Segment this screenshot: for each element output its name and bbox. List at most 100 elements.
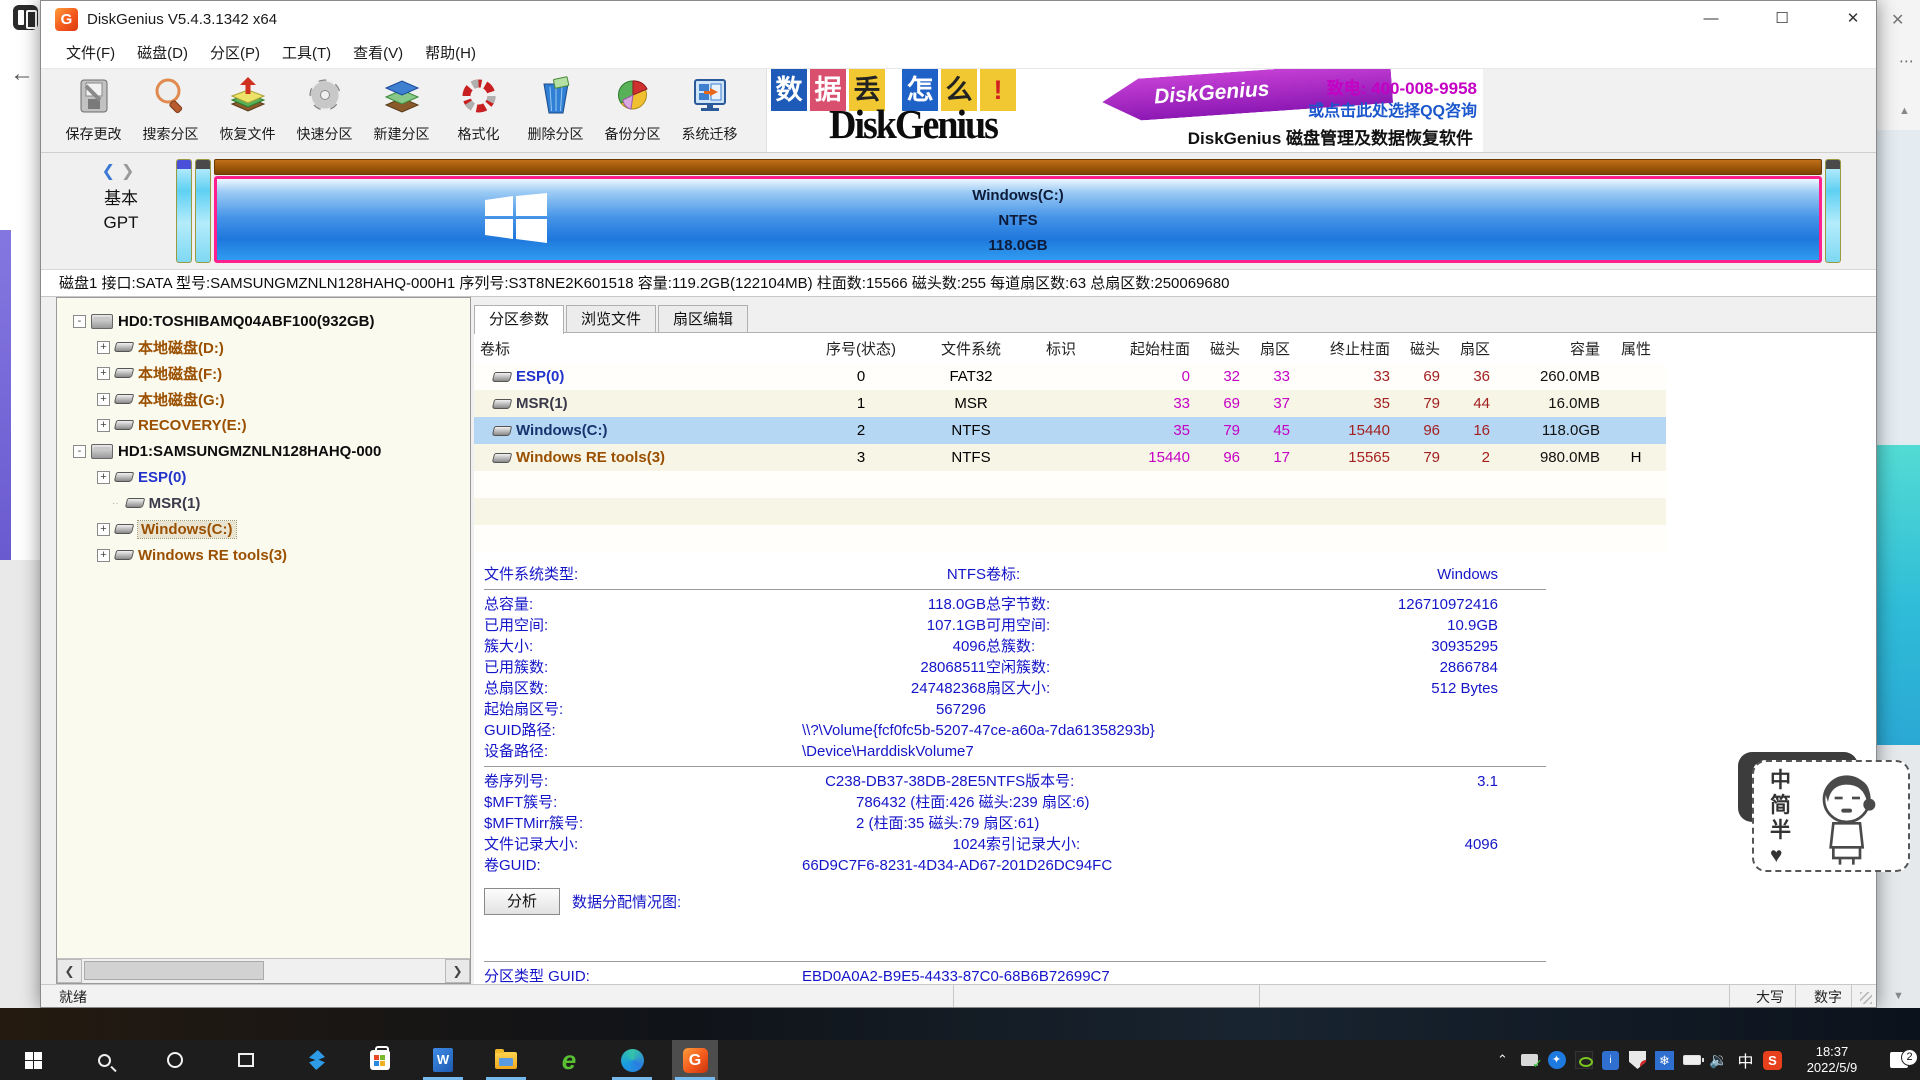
menu-item-2[interactable]: 分区(P) <box>199 42 271 63</box>
taskbar-app-store[interactable] <box>357 1040 403 1080</box>
tray-sogou-icon[interactable]: S <box>1759 1040 1786 1080</box>
partition-block-esp[interactable] <box>176 159 192 263</box>
toolbar-button-5[interactable]: 格式化 <box>440 69 517 151</box>
tree-item-9[interactable]: +Windows RE tools(3) <box>57 542 470 568</box>
tree-item-4[interactable]: +RECOVERY(E:) <box>57 412 470 438</box>
taskbar-app-flash[interactable] <box>294 1040 340 1080</box>
column-header-10[interactable]: 容量 <box>1496 338 1606 359</box>
tray-battery-icon[interactable] <box>1678 1040 1705 1080</box>
resize-grip[interactable] <box>1860 992 1872 1004</box>
column-header-6[interactable]: 扇区 <box>1246 338 1296 359</box>
tree-expander-icon[interactable]: + <box>97 419 110 432</box>
tree-expander-icon[interactable]: - <box>73 315 86 328</box>
menu-item-5[interactable]: 帮助(H) <box>414 42 487 63</box>
table-row[interactable]: Windows RE tools(3)3NTFS1544096171556579… <box>474 444 1666 471</box>
title-bar[interactable]: G DiskGenius V5.4.3.1342 x64 — ☐ ✕ <box>41 1 1876 37</box>
tree-item-6[interactable]: +ESP(0) <box>57 464 470 490</box>
prev-disk-arrow[interactable]: ❮ <box>102 163 121 180</box>
next-disk-arrow[interactable]: ❯ <box>121 163 140 180</box>
tab-0[interactable]: 分区参数 <box>474 305 564 334</box>
tree-horizontal-scrollbar[interactable]: ❮ ❯ <box>57 958 470 983</box>
toolbar-button-1[interactable]: 搜索分区 <box>132 69 209 151</box>
tree-expander-icon[interactable]: + <box>97 523 110 536</box>
analyze-button[interactable]: 分析 <box>484 888 560 915</box>
toolbar-button-8[interactable]: 系统迁移 <box>671 69 748 151</box>
taskbar-app-diskgenius[interactable]: G <box>672 1040 718 1080</box>
scroll-left-icon[interactable]: ❮ <box>57 959 82 983</box>
minimize-button[interactable]: — <box>1688 1 1734 37</box>
tray-intel-icon[interactable]: i <box>1597 1040 1624 1080</box>
browser-tab-icon[interactable] <box>13 5 38 30</box>
column-header-9[interactable]: 扇区 <box>1446 338 1496 359</box>
tree-item-7[interactable]: ··MSR(1) <box>57 490 470 516</box>
tree-expander-icon[interactable]: + <box>97 549 110 562</box>
tray-volume-icon[interactable]: 🔉 <box>1705 1040 1732 1080</box>
partition-block-re-tools[interactable] <box>1825 159 1841 263</box>
toolbar-button-7[interactable]: 备份分区 <box>594 69 671 151</box>
table-row[interactable]: ESP(0)0FAT3203233336936260.0MB <box>474 363 1666 390</box>
tree-expander-icon[interactable]: + <box>97 471 110 484</box>
taskview-button[interactable] <box>223 1040 269 1080</box>
tree-expander-icon[interactable]: - <box>73 445 86 458</box>
tree-expander-icon[interactable]: + <box>97 367 110 380</box>
table-row[interactable]: Windows(C:)2NTFS357945154409616118.0GB <box>474 417 1666 444</box>
background-scroll-track[interactable] <box>1877 130 1920 445</box>
notification-center-button[interactable]: 2 <box>1878 1052 1920 1068</box>
tree-item-8[interactable]: +Windows(C:) <box>57 516 470 542</box>
toolbar-button-0[interactable]: 保存更改 <box>55 69 132 151</box>
tree-item-1[interactable]: +本地磁盘(D:) <box>57 334 470 360</box>
toolbar-button-4[interactable]: 新建分区 <box>363 69 440 151</box>
tree-expander-icon[interactable]: + <box>97 393 110 406</box>
column-header-2[interactable]: 文件系统 <box>916 338 1026 359</box>
column-header-1[interactable]: 序号(状态) <box>806 338 916 359</box>
tray-feather-icon[interactable]: ✦ <box>1543 1040 1570 1080</box>
scroll-up-icon[interactable]: ▲ <box>1899 105 1910 117</box>
partition-block-msr[interactable] <box>195 159 211 263</box>
cortana-button[interactable] <box>152 1040 198 1080</box>
tray-chevron-up-icon[interactable]: ⌃ <box>1489 1040 1516 1080</box>
tree-item-3[interactable]: +本地磁盘(G:) <box>57 386 470 412</box>
maximize-button[interactable]: ☐ <box>1759 1 1805 37</box>
column-header-5[interactable]: 磁头 <box>1196 338 1246 359</box>
column-header-3[interactable]: 标识 <box>1026 338 1096 359</box>
tree-expander-icon[interactable]: + <box>97 341 110 354</box>
sogou-ime-panel[interactable]: 中 简 半 ♥ <box>1752 760 1910 872</box>
tray-printer-icon[interactable] <box>1516 1040 1543 1080</box>
close-button[interactable]: ✕ <box>1830 1 1876 37</box>
column-header-4[interactable]: 起始柱面 <box>1096 338 1196 359</box>
taskbar-app-word[interactable]: W <box>420 1040 466 1080</box>
tray-snowflake-icon[interactable]: ❄ <box>1651 1040 1678 1080</box>
banner-qq-link[interactable]: 或点击此处选择QQ咨询 <box>1308 97 1477 121</box>
taskbar-app-edge[interactable] <box>609 1040 655 1080</box>
partition-block-windows-c[interactable]: Windows(C:) NTFS 118.0GB <box>214 176 1822 263</box>
toolbar-button-2[interactable]: 恢复文件 <box>209 69 286 151</box>
scroll-down-icon[interactable]: ▼ <box>1893 990 1904 1002</box>
menu-item-1[interactable]: 磁盘(D) <box>126 42 199 63</box>
background-menu-icon[interactable]: ⋯ <box>1899 52 1914 70</box>
back-arrow-icon[interactable]: ← <box>10 60 34 88</box>
tree-item-5[interactable]: -HD1:SAMSUNGMZNLN128HAHQ-000 <box>57 438 470 464</box>
tray-ime-zh-icon[interactable]: 中 <box>1732 1040 1759 1080</box>
tree-item-2[interactable]: +本地磁盘(F:) <box>57 360 470 386</box>
taskbar-clock[interactable]: 18:37 2022/5/9 <box>1792 1044 1872 1076</box>
ad-banner[interactable]: 数据丢怎么! DiskGenius DiskGenius 致电: 400-008… <box>766 69 1483 152</box>
tree-item-0[interactable]: -HD0:TOSHIBAMQ04ABF100(932GB) <box>57 308 470 334</box>
taskbar-app-ie[interactable]: e <box>546 1040 592 1080</box>
column-header-7[interactable]: 终止柱面 <box>1296 338 1396 359</box>
ime-status-chars[interactable]: 中 简 半 ♥ <box>1754 762 1806 870</box>
start-button[interactable] <box>10 1040 56 1080</box>
tab-2[interactable]: 扇区编辑 <box>658 305 748 332</box>
search-button[interactable] <box>81 1040 127 1080</box>
tab-1[interactable]: 浏览文件 <box>566 305 656 332</box>
menu-item-0[interactable]: 文件(F) <box>55 42 126 63</box>
toolbar-button-3[interactable]: 快速分区 <box>286 69 363 151</box>
menu-item-3[interactable]: 工具(T) <box>271 42 342 63</box>
scrollbar-thumb[interactable] <box>84 961 264 980</box>
table-row[interactable]: MSR(1)1MSR33693735794416.0MB <box>474 390 1666 417</box>
column-header-11[interactable]: 属性 <box>1606 338 1666 359</box>
column-header-0[interactable]: 卷标 <box>474 338 806 359</box>
background-close-icon[interactable]: ✕ <box>1891 10 1904 30</box>
menu-item-4[interactable]: 查看(V) <box>342 42 414 63</box>
taskbar-app-explorer[interactable] <box>483 1040 529 1080</box>
toolbar-button-6[interactable]: 删除分区 <box>517 69 594 151</box>
